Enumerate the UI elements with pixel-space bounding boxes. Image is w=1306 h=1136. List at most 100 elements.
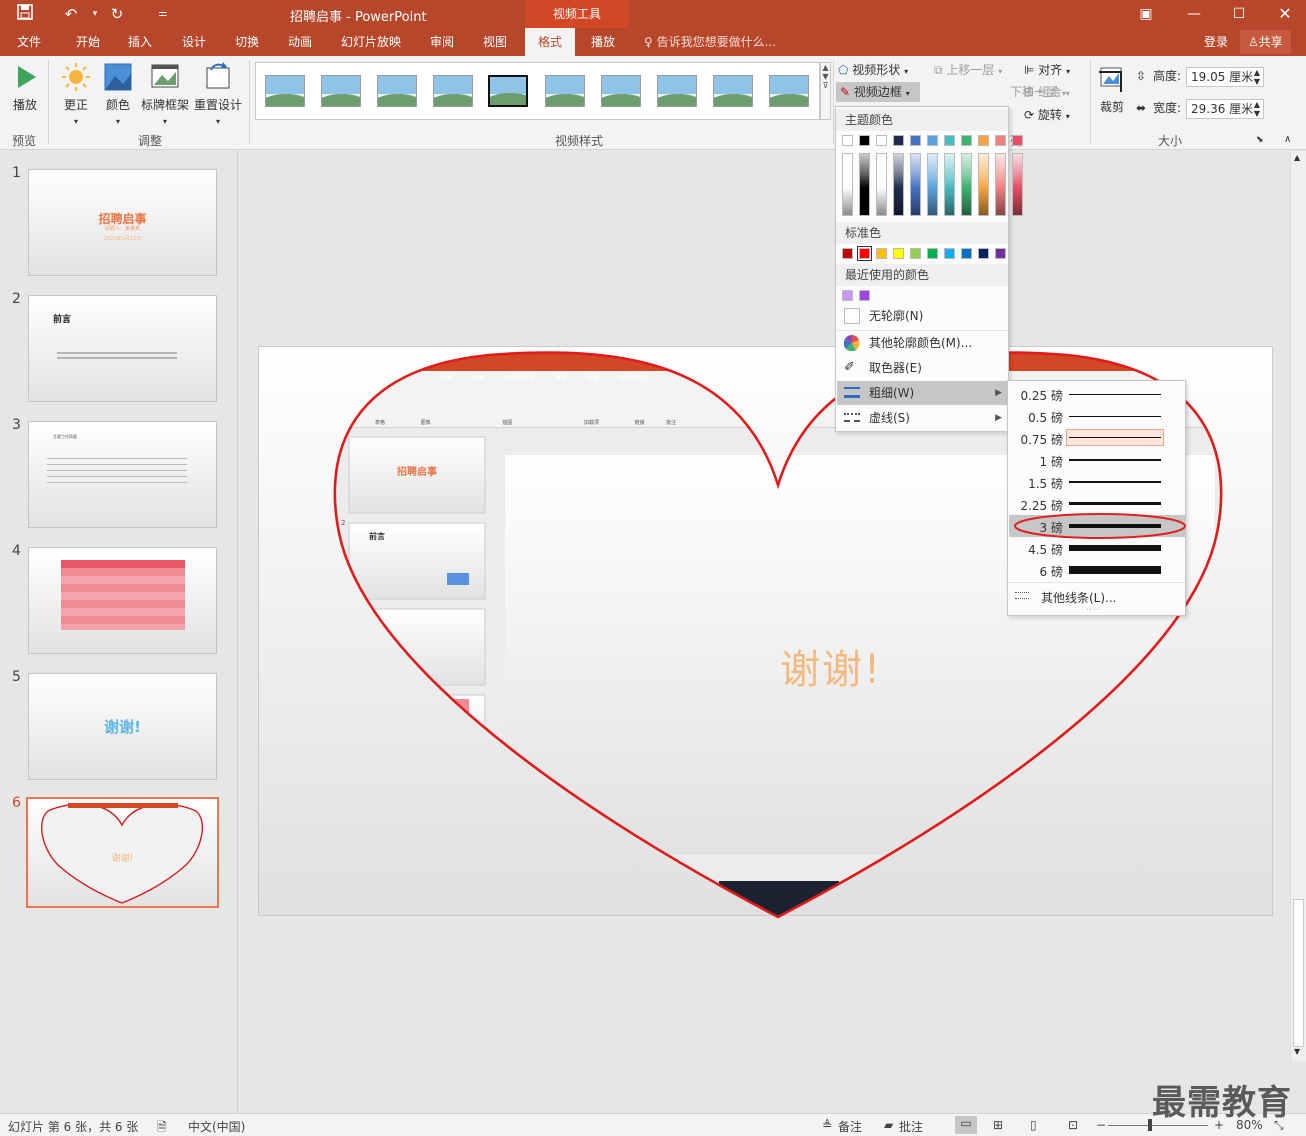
- spellcheck-icon[interactable]: 🗎: [157, 1118, 167, 1136]
- weight-item[interactable]: 粗细(W) ▶: [837, 381, 1008, 405]
- slide-thumbnail-6[interactable]: 谢谢!: [26, 797, 219, 908]
- video-border-button[interactable]: ✎ 视频边框 ▾: [836, 82, 920, 102]
- slide-thumbnail-5[interactable]: 谢谢!: [28, 673, 217, 780]
- theme-color-swatch[interactable]: [859, 135, 870, 146]
- video-style-thumb[interactable]: [265, 75, 305, 107]
- close-icon[interactable]: ✕: [1270, 2, 1300, 26]
- slide-thumbnail-1[interactable]: 招聘启事 招聘人：某某某 2021年1月12日: [28, 169, 217, 276]
- theme-color-swatch[interactable]: [1012, 135, 1023, 146]
- color-button[interactable]: 颜色 ▾: [100, 62, 136, 127]
- align-button[interactable]: ⊫ 对齐 ▾: [1024, 60, 1070, 80]
- tab-file[interactable]: 文件: [8, 28, 50, 56]
- height-input[interactable]: 19.05 厘米 ▲ ▼: [1186, 67, 1264, 87]
- theme-color-shade-column[interactable]: [842, 153, 853, 216]
- video-style-thumb[interactable]: [377, 75, 417, 107]
- video-style-thumb[interactable]: [545, 75, 585, 107]
- standard-color-swatch[interactable]: [857, 246, 872, 261]
- weight-option[interactable]: 6 磅: [1009, 559, 1185, 581]
- language-status[interactable]: 中文(中国): [188, 1118, 245, 1135]
- video-style-thumb[interactable]: [769, 75, 809, 107]
- video-style-thumb[interactable]: [321, 75, 361, 107]
- weight-option[interactable]: 0.25 磅: [1009, 383, 1185, 405]
- tab-playback[interactable]: 播放: [580, 28, 626, 56]
- recent-color-swatch[interactable]: [859, 290, 870, 301]
- scroll-thumb[interactable]: [1293, 899, 1304, 1047]
- minimize-icon[interactable]: —: [1179, 2, 1209, 26]
- login-link[interactable]: 登录: [1204, 28, 1228, 56]
- zoom-out-icon[interactable]: −: [1096, 1118, 1106, 1132]
- theme-color-shade-column[interactable]: [876, 153, 887, 216]
- standard-color-swatch[interactable]: [927, 248, 938, 259]
- no-outline-item[interactable]: 无轮廓(N): [837, 304, 1008, 328]
- customize-qat-icon[interactable]: ⚌: [152, 4, 174, 24]
- redo-icon[interactable]: ↻: [106, 4, 128, 24]
- theme-color-shade-column[interactable]: [978, 153, 989, 216]
- recent-color-swatch[interactable]: [842, 290, 853, 301]
- vertical-scrollbar[interactable]: ▲ ▼: [1290, 151, 1306, 1061]
- theme-color-shade-column[interactable]: [1012, 153, 1023, 216]
- standard-color-swatch[interactable]: [910, 248, 921, 259]
- video-style-thumb[interactable]: [601, 75, 641, 107]
- reset-design-button[interactable]: 重置设计 ▾: [192, 62, 244, 127]
- weight-option[interactable]: 1.5 磅: [1009, 471, 1185, 493]
- notes-button[interactable]: 备注: [838, 1118, 862, 1135]
- standard-color-swatch[interactable]: [842, 248, 853, 259]
- tab-slideshow[interactable]: 幻灯片放映: [336, 28, 406, 56]
- theme-color-shade-column[interactable]: [961, 153, 972, 216]
- dashes-item[interactable]: 虚线(S) ▶: [837, 406, 1008, 430]
- undo-dropdown-icon[interactable]: ▾: [84, 4, 106, 24]
- video-style-thumb-selected[interactable]: [488, 75, 528, 107]
- undo-icon[interactable]: ↶: [60, 4, 82, 24]
- eyedropper-item[interactable]: ✐ 取色器(E): [837, 356, 1008, 380]
- tab-review[interactable]: 审阅: [420, 28, 464, 56]
- slide-sorter-icon[interactable]: ⊞: [993, 1118, 1003, 1132]
- tab-format[interactable]: 格式: [525, 28, 575, 56]
- size-dialog-launcher-icon[interactable]: ⬊: [1256, 130, 1264, 150]
- comments-button[interactable]: 批注: [899, 1118, 923, 1135]
- slide-thumbnail-3[interactable]: 主要工作简要: [28, 421, 217, 528]
- theme-color-swatch[interactable]: [876, 135, 887, 146]
- video-style-thumb[interactable]: [713, 75, 753, 107]
- slide-thumbnail-4[interactable]: [28, 547, 217, 654]
- main-slide-text[interactable]: 谢谢!: [780, 637, 882, 695]
- theme-color-shade-column[interactable]: [893, 153, 904, 216]
- group-button[interactable]: ⊞ 组合 ▾: [1024, 82, 1070, 102]
- save-icon[interactable]: [14, 4, 36, 25]
- theme-color-swatch[interactable]: [893, 135, 904, 146]
- heart-video-shape[interactable]: [239, 151, 1290, 1113]
- standard-color-swatch[interactable]: [961, 248, 972, 259]
- standard-color-swatch[interactable]: [876, 248, 887, 259]
- maximize-icon[interactable]: ☐: [1224, 2, 1254, 26]
- theme-color-shade-column[interactable]: [910, 153, 921, 216]
- theme-color-swatch[interactable]: [961, 135, 972, 146]
- crop-button[interactable]: 裁剪: [1096, 64, 1128, 115]
- tell-me-search[interactable]: ♀ 告诉我您想要做什么...: [644, 28, 776, 56]
- standard-color-swatch[interactable]: [944, 248, 955, 259]
- scroll-down-icon[interactable]: ▼: [1294, 1047, 1300, 1056]
- resize-grip-icon[interactable]: ····: [1086, 605, 1100, 614]
- slideshow-view-icon[interactable]: ⊡: [1068, 1118, 1078, 1132]
- theme-color-swatch[interactable]: [944, 135, 955, 146]
- slide-thumbnail-2[interactable]: 前言: [28, 295, 217, 402]
- play-button[interactable]: 播放: [8, 62, 42, 113]
- collapse-ribbon-icon[interactable]: ∧: [1284, 130, 1291, 150]
- reading-view-icon[interactable]: ▯: [1030, 1118, 1037, 1132]
- video-style-thumb[interactable]: [433, 75, 473, 107]
- standard-color-swatch[interactable]: [978, 248, 989, 259]
- theme-color-swatch[interactable]: [978, 135, 989, 146]
- ribbon-display-icon[interactable]: ▣: [1131, 2, 1161, 26]
- tab-transitions[interactable]: 切换: [225, 28, 269, 56]
- weight-option[interactable]: 1 磅: [1009, 449, 1185, 471]
- width-input[interactable]: 29.36 厘米 ▲ ▼: [1186, 99, 1264, 119]
- poster-frame-button[interactable]: 标牌框架 ▾: [140, 62, 190, 127]
- theme-color-shade-column[interactable]: [859, 153, 870, 216]
- corrections-button[interactable]: 更正 ▾: [58, 62, 94, 127]
- tab-insert[interactable]: 插入: [118, 28, 162, 56]
- theme-color-swatch[interactable]: [927, 135, 938, 146]
- rotate-button[interactable]: ⟳ 旋转 ▾: [1024, 105, 1070, 125]
- theme-color-swatch[interactable]: [842, 135, 853, 146]
- theme-color-shade-column[interactable]: [927, 153, 938, 216]
- more-outline-colors-item[interactable]: 其他轮廓颜色(M)...: [837, 331, 1008, 355]
- weight-option-current[interactable]: 0.75 磅: [1009, 427, 1185, 449]
- theme-color-swatch[interactable]: [995, 135, 1006, 146]
